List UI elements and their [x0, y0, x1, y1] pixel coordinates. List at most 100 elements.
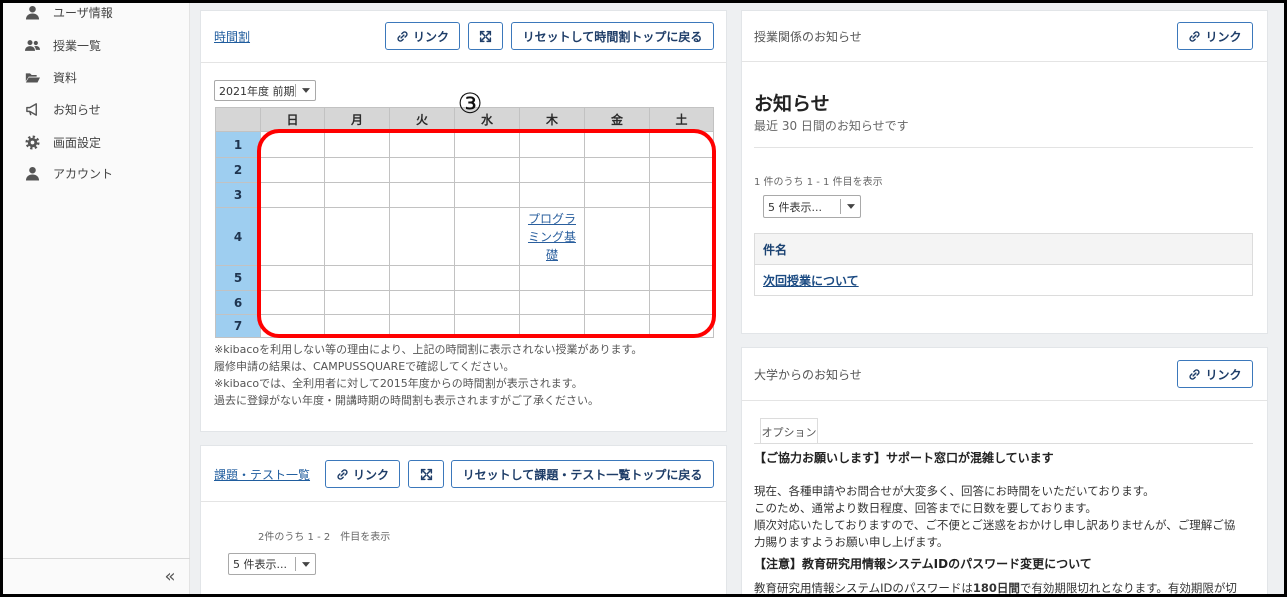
- timetable-cell: [260, 265, 325, 291]
- timetable-cell: [389, 314, 455, 338]
- assignments-expand-button[interactable]: [408, 460, 444, 488]
- timetable-link-button[interactable]: リンク: [385, 22, 460, 50]
- link-button-label: リンク: [352, 467, 389, 482]
- timetable-cell: [324, 290, 390, 315]
- timetable-cell: [519, 290, 585, 315]
- timetable-cell: [519, 131, 585, 158]
- subject-column-header[interactable]: 件名: [763, 241, 787, 258]
- timetable-cell: [454, 290, 520, 315]
- sidebar-item-announcements[interactable]: お知らせ: [24, 99, 101, 119]
- timetable-cell: [454, 314, 520, 338]
- table-row: 次回授業について: [755, 265, 1252, 295]
- notice-item-body: 現在、各種申請やお問合せが大変多く、回答にお時間をいただいております。 このため…: [754, 483, 1235, 551]
- timetable-cell: [324, 314, 390, 338]
- timetable-notes: ※kibacoを利用しない等の理由により、上記の時間割に表示されない授業がありま…: [214, 341, 642, 409]
- sidebar-item-materials[interactable]: 資料: [24, 67, 77, 87]
- timetable-row: 7: [215, 314, 714, 338]
- timetable-cell: [324, 182, 390, 208]
- link-button-label: リンク: [1205, 367, 1242, 382]
- day-header: 木: [519, 107, 585, 132]
- page-size-value: 5 件表示...: [233, 558, 287, 571]
- day-header: 日: [260, 107, 325, 132]
- notice-link[interactable]: 次回授業について: [763, 272, 859, 289]
- timetable-row: 2: [215, 157, 714, 183]
- period-number: 2: [215, 157, 261, 183]
- assignments-panel: 課題・テスト一覧 リンク リセットして課題・テスト一覧トップに戻る 2件のうち …: [200, 445, 727, 597]
- timetable-cell: [584, 157, 650, 183]
- sidebar-item-label: 資料: [53, 70, 78, 85]
- notice-item-title: 【ご協力お願いします】サポート窓口が混雑しています: [754, 451, 1054, 465]
- timetable-cell: [324, 265, 390, 291]
- panel-header: 課題・テスト一覧 リンク リセットして課題・テスト一覧トップに戻る: [201, 446, 726, 502]
- sidebar-item-account[interactable]: アカウント: [24, 163, 113, 183]
- panel-header: 時間割 リンク リセットして時間割トップに戻る: [201, 11, 726, 63]
- timetable-cell: [649, 157, 714, 183]
- expand-icon: [479, 30, 492, 43]
- body-line: 順次対応いたしておりますので、ご不便とご迷惑をおかけし申し訳ありませんが、ご理解…: [754, 518, 1236, 532]
- course-notices-link-button[interactable]: リンク: [1177, 22, 1253, 50]
- university-notices-link-button[interactable]: リンク: [1177, 360, 1253, 388]
- timetable-cell: [519, 265, 585, 291]
- sidebar-item-display-settings[interactable]: 画面設定: [24, 132, 101, 152]
- link-button-label: リンク: [1205, 29, 1242, 44]
- day-header: 火: [389, 107, 455, 132]
- assignments-page-size-select[interactable]: 5 件表示...: [228, 553, 316, 575]
- timetable-cell: [584, 314, 650, 338]
- notices-page-size-select[interactable]: 5 件表示...: [763, 195, 861, 218]
- link-button-label: リンク: [412, 29, 449, 44]
- assignments-link-button[interactable]: リンク: [325, 460, 400, 488]
- bullhorn-icon: [24, 101, 40, 117]
- note-line: ※kibacoを利用しない等の理由により、上記の時間割に表示されない授業がありま…: [214, 343, 643, 356]
- timetable-corner-cell: [215, 107, 261, 132]
- day-header: 金: [584, 107, 650, 132]
- annotation-marker: ③: [457, 87, 483, 120]
- course-notices-panel: 授業関係のお知らせ リンク お知らせ 最近 30 日間のお知らせです 1 件のう…: [741, 10, 1268, 334]
- timetable-cell: [324, 131, 390, 158]
- timetable-expand-button[interactable]: [468, 22, 503, 50]
- panel-header: 大学からのお知らせ リンク: [742, 348, 1267, 401]
- sidebar-item-courses[interactable]: 授業一覧: [24, 35, 101, 55]
- body-emphasis: 180日間: [972, 581, 1020, 595]
- users-icon: [24, 37, 40, 53]
- tab-options[interactable]: オプション: [760, 418, 818, 444]
- body-line: このため、通常より数日程度、回答までに日数を要しております。: [754, 501, 1097, 515]
- timetable-panel: 時間割 リンク リセットして時間割トップに戻る 2021年度 前期 日月火水木金…: [200, 10, 727, 432]
- body-text: 教育研究用情報システムIDのパスワードは: [754, 581, 973, 595]
- collapse-sidebar-button[interactable]: «: [162, 567, 178, 587]
- timetable-cell: [519, 157, 585, 183]
- period-number: 5: [215, 265, 261, 291]
- timetable-reset-button[interactable]: リセットして時間割トップに戻る: [511, 22, 714, 50]
- sidebar-item-user-info[interactable]: ユーザ情報: [24, 2, 113, 22]
- sidebar-item-label: ユーザ情報: [53, 5, 113, 20]
- tab-divider: [754, 443, 1253, 444]
- assignments-reset-button[interactable]: リセットして課題・テスト一覧トップに戻る: [451, 460, 714, 488]
- timetable-cell: [389, 157, 455, 183]
- day-header: 月: [324, 107, 390, 132]
- term-select[interactable]: 2021年度 前期: [214, 80, 316, 101]
- link-icon: [1188, 368, 1201, 381]
- table-header: 件名: [755, 234, 1252, 265]
- assignments-title-link[interactable]: 課題・テスト一覧: [214, 468, 310, 482]
- link-icon: [1188, 30, 1201, 43]
- timetable-cell: [389, 265, 455, 291]
- link-icon: [336, 468, 349, 481]
- period-number: 3: [215, 182, 261, 208]
- timetable-cell: [649, 290, 714, 315]
- timetable-cell: [584, 290, 650, 315]
- timetable-cell: [649, 314, 714, 338]
- notices-count-text: 1 件のうち 1 - 1 件目を表示: [754, 177, 883, 188]
- timetable-cell: [584, 207, 650, 266]
- notice-item-title: 【注意】教育研究用情報システムIDのパスワード変更について: [754, 557, 1092, 571]
- sidebar-item-label: お知らせ: [53, 102, 101, 117]
- chevron-down-icon: [295, 557, 315, 571]
- timetable-cell: [584, 265, 650, 291]
- notices-heading: お知らせ: [754, 93, 830, 115]
- timetable-title-link[interactable]: 時間割: [214, 30, 250, 44]
- timetable-cell: [454, 207, 520, 266]
- course-link[interactable]: プログラミング基礎: [527, 210, 577, 264]
- note-line: 過去に登録がない年度・開講時期の時間割も表示されますがご了承ください。: [214, 394, 599, 407]
- course-notices-title: 授業関係のお知らせ: [754, 30, 862, 44]
- timetable-cell: [389, 290, 455, 315]
- notices-subheading: 最近 30 日間のお知らせです: [754, 119, 909, 133]
- body-line: 力賜りますようお願い申し上げます。: [754, 535, 949, 549]
